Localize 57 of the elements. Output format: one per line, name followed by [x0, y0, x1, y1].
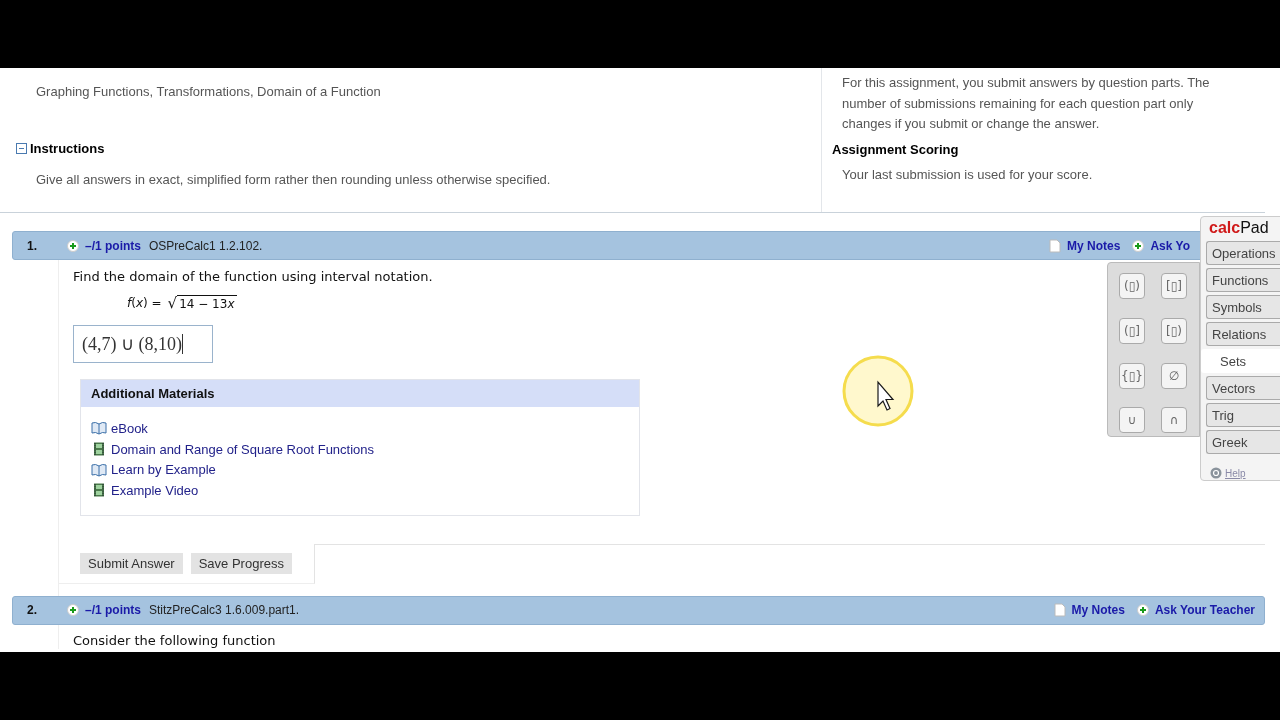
plus-icon[interactable]: [1132, 239, 1145, 252]
header-link[interactable]: My Notes: [1071, 603, 1125, 618]
book-icon: [91, 421, 107, 436]
question-prompt: Find the domain of the function using interval notation.: [73, 268, 433, 285]
plus-icon[interactable]: [67, 604, 79, 617]
action-button[interactable]: Save Progress: [190, 552, 292, 574]
symbol-button[interactable]: (▯]: [1119, 317, 1145, 344]
material-link[interactable]: Domain and Range of Square Root Functions: [111, 441, 375, 457]
header-link[interactable]: My Notes: [1067, 238, 1121, 253]
question-source: StitzPreCalc3 1.6.009.part1.: [149, 603, 300, 618]
answer-field[interactable]: (4,7) ∪ (8,10): [73, 325, 213, 363]
book-icon: [91, 462, 107, 477]
symbol-button[interactable]: [▯): [1161, 317, 1187, 344]
plus-icon[interactable]: [1136, 604, 1149, 617]
header-link[interactable]: Ask Your Teacher: [1154, 603, 1255, 618]
square-root: √14 − 13x: [167, 295, 237, 311]
plus-icon[interactable]: [67, 239, 79, 252]
instructions-text: Give all answers in exact, simplified form rather then rounding unless otherwise specified.: [35, 171, 552, 187]
question-number: 2.: [27, 603, 38, 618]
page-icon[interactable]: [1049, 238, 1062, 253]
symbol-button[interactable]: (▯): [1119, 273, 1145, 299]
category-tab[interactable]: Functions: [1206, 268, 1280, 292]
material-link[interactable]: eBook: [111, 420, 148, 436]
collapse-toggle[interactable]: [16, 143, 27, 154]
section-title: Instructions: [30, 141, 105, 156]
info-text: For this assignment, you submit answers by question parts. The number of submissions remaining for each question part only changes if you submit or change the answer.: [841, 74, 1211, 133]
category-tab[interactable]: Operations: [1206, 241, 1280, 265]
page-icon[interactable]: [1053, 603, 1066, 618]
category-tab[interactable]: Trig: [1206, 403, 1280, 427]
question-source: OSPreCalc1 1.2.102.: [149, 238, 263, 253]
symbol-button[interactable]: [▯]: [1161, 273, 1187, 299]
symbol-button[interactable]: ∅: [1161, 362, 1187, 389]
help-icon[interactable]: [1210, 467, 1222, 479]
function-label: f(x) =: [127, 296, 162, 310]
section-title: Assignment Scoring: [832, 141, 960, 157]
calcpad-logo: calcPad: [1208, 219, 1270, 238]
category-tab[interactable]: Greek: [1206, 430, 1280, 454]
film-icon: [91, 442, 107, 457]
film-icon: [91, 483, 107, 498]
category-tab[interactable]: Vectors: [1206, 376, 1280, 400]
question-number: 1.: [27, 238, 38, 253]
points-link[interactable]: –/1 points: [85, 238, 141, 253]
category-tab[interactable]: Sets: [1201, 349, 1280, 373]
category-tab[interactable]: Symbols: [1206, 295, 1280, 319]
category-tab[interactable]: Relations: [1206, 322, 1280, 346]
action-button[interactable]: Submit Answer: [80, 552, 183, 574]
symbol-button[interactable]: ∩: [1161, 407, 1187, 434]
symbol-button[interactable]: {▯}: [1119, 362, 1145, 389]
scoring-text: Your last submission is used for your score.: [841, 165, 1094, 182]
header-link[interactable]: Ask Yo: [1150, 238, 1190, 253]
panel-header: Additional Materials: [81, 380, 639, 407]
topic-text: Graphing Functions, Transformations, Domain of a Function: [35, 83, 382, 99]
symbol-button[interactable]: ∪: [1119, 407, 1145, 434]
points-link[interactable]: –/1 points: [85, 603, 141, 618]
question-prompt: Consider the following function: [73, 631, 276, 649]
material-link[interactable]: Learn by Example: [111, 462, 216, 478]
material-link[interactable]: Example Video: [111, 482, 199, 498]
